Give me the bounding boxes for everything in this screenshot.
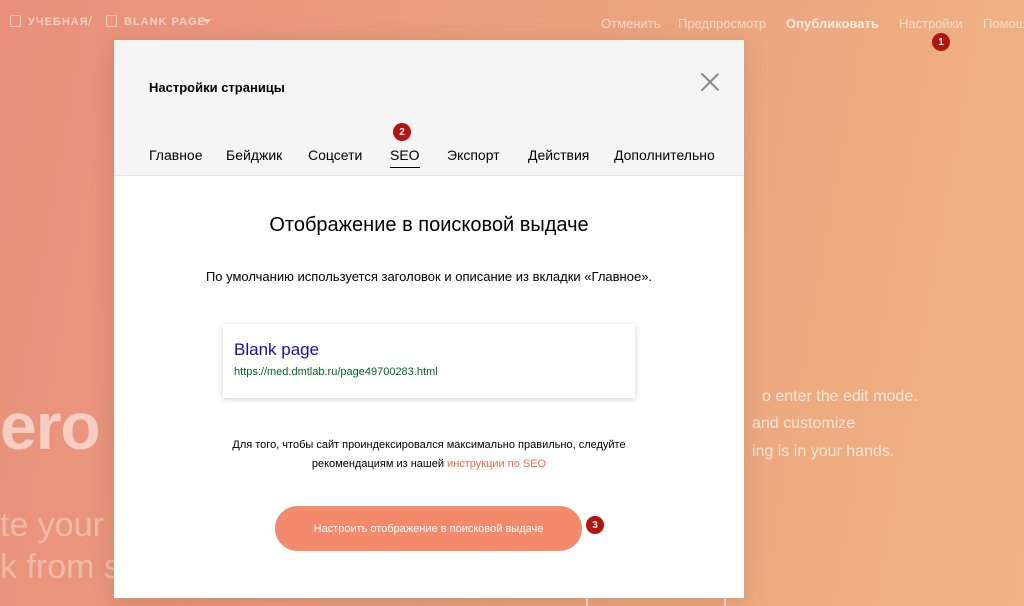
background-text: and customize [752, 415, 856, 432]
settings-button[interactable]: Настройки [899, 16, 963, 31]
search-result-title: Blank page [234, 340, 320, 359]
page-icon [106, 15, 117, 27]
seo-note-line: рекомендациям из нашей инструкции по SEO [114, 455, 744, 474]
background-text: ing is in your hands. [752, 443, 895, 460]
modal-title: Настройки страницы [149, 80, 285, 95]
undo-button[interactable]: Отменить [601, 16, 660, 31]
step-badge-2: 2 [393, 123, 411, 141]
tab-export[interactable]: Экспорт [447, 147, 500, 163]
section-heading: Отображение в поисковой выдаче [269, 214, 589, 236]
search-result-url: https://med.dmtlab.ru/page49700283.html [234, 366, 438, 378]
background-hero-line: k from s [0, 548, 121, 586]
background-text: o enter the edit mode. [762, 388, 918, 405]
close-icon[interactable] [699, 71, 721, 93]
tab-social[interactable]: Соцсети [308, 147, 362, 163]
background-hero-word: ero [0, 389, 101, 463]
tab-main[interactable]: Главное [149, 147, 203, 163]
seo-note-line: Для того, чтобы сайт проиндексировался м… [232, 439, 626, 451]
step-badge-3: 3 [586, 516, 604, 534]
page-settings-modal: Настройки страницы Главное Бейджик Соцсе… [114, 40, 744, 598]
tab-actions[interactable]: Действия [528, 147, 589, 163]
project-name[interactable]: УЧЕБНАЯ [28, 16, 89, 28]
section-description: По умолчанию используется заголовок и оп… [205, 269, 653, 284]
publish-button[interactable]: Опубликовать [786, 16, 879, 31]
seo-instructions-link[interactable]: инструкции по SEO [447, 458, 546, 470]
seo-note-prefix: рекомендациям из нашей [311, 458, 448, 470]
tab-additional[interactable]: Дополнительно [614, 147, 715, 163]
background-hero-line: te your [0, 506, 104, 544]
search-result-preview: Blank page https://med.dmtlab.ru/page497… [223, 324, 635, 398]
step-badge-1: 1 [932, 33, 950, 51]
folder-icon [10, 15, 21, 27]
breadcrumb-separator: / [88, 13, 92, 29]
preview-button[interactable]: Предпросмотр [678, 16, 766, 31]
chevron-down-icon[interactable] [203, 19, 211, 24]
modal-header: Настройки страницы Главное Бейджик Соцсе… [114, 40, 744, 176]
help-button[interactable]: Помощь [983, 16, 1024, 31]
seo-note: Для того, чтобы сайт проиндексировался м… [114, 436, 744, 474]
tab-seo[interactable]: SEO [390, 147, 420, 168]
configure-search-display-button[interactable]: Настроить отображение в поисковой выдаче [275, 506, 582, 551]
tab-badge[interactable]: Бейджик [226, 147, 282, 163]
page-name[interactable]: BLANK PAGE [124, 16, 206, 28]
